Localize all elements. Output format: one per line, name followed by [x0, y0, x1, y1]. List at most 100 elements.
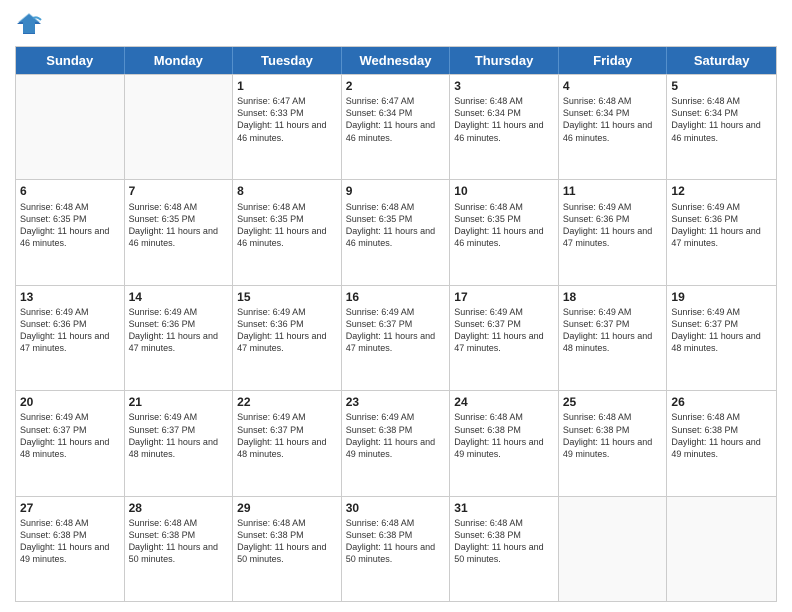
day-number: 28: [129, 500, 229, 516]
sunrise-text: Sunrise: 6:48 AM: [129, 202, 198, 212]
table-row: 25Sunrise: 6:48 AMSunset: 6:38 PMDayligh…: [559, 391, 668, 495]
sunset-text: Sunset: 6:35 PM: [237, 214, 304, 224]
sunset-text: Sunset: 6:38 PM: [454, 425, 521, 435]
sunrise-text: Sunrise: 6:49 AM: [129, 412, 198, 422]
sunset-text: Sunset: 6:36 PM: [671, 214, 738, 224]
sunrise-text: Sunrise: 6:47 AM: [346, 96, 415, 106]
table-row: 4Sunrise: 6:48 AMSunset: 6:34 PMDaylight…: [559, 75, 668, 179]
sunrise-text: Sunrise: 6:48 AM: [454, 518, 523, 528]
sunset-text: Sunset: 6:34 PM: [671, 108, 738, 118]
cell-detail: Sunrise: 6:49 AMSunset: 6:37 PMDaylight:…: [20, 411, 120, 460]
table-row: 20Sunrise: 6:49 AMSunset: 6:37 PMDayligh…: [16, 391, 125, 495]
daylight-text: Daylight: 11 hours and 47 minutes.: [563, 226, 652, 248]
daylight-text: Daylight: 11 hours and 46 minutes.: [454, 226, 543, 248]
cell-detail: Sunrise: 6:47 AMSunset: 6:33 PMDaylight:…: [237, 95, 337, 144]
day-number: 20: [20, 394, 120, 410]
sunset-text: Sunset: 6:38 PM: [346, 425, 413, 435]
sunrise-text: Sunrise: 6:48 AM: [671, 412, 740, 422]
header-day-tuesday: Tuesday: [233, 47, 342, 74]
table-row: 11Sunrise: 6:49 AMSunset: 6:36 PMDayligh…: [559, 180, 668, 284]
daylight-text: Daylight: 11 hours and 46 minutes.: [346, 120, 435, 142]
header-day-friday: Friday: [559, 47, 668, 74]
sunrise-text: Sunrise: 6:48 AM: [671, 96, 740, 106]
calendar-header: SundayMondayTuesdayWednesdayThursdayFrid…: [16, 47, 776, 74]
sunset-text: Sunset: 6:36 PM: [129, 319, 196, 329]
day-number: 3: [454, 78, 554, 94]
day-number: 25: [563, 394, 663, 410]
daylight-text: Daylight: 11 hours and 48 minutes.: [671, 331, 760, 353]
table-row: 10Sunrise: 6:48 AMSunset: 6:35 PMDayligh…: [450, 180, 559, 284]
table-row: 9 Sunrise: 6:48 AMSunset: 6:35 PMDaylight…: [342, 180, 451, 284]
week-row-3: 13Sunrise: 6:49 AMSunset: 6:36 PMDayligh…: [16, 285, 776, 390]
sunrise-text: Sunrise: 6:48 AM: [563, 96, 632, 106]
sunset-text: Sunset: 6:37 PM: [671, 319, 738, 329]
table-row: 14Sunrise: 6:49 AMSunset: 6:36 PMDayligh…: [125, 286, 234, 390]
header-day-saturday: Saturday: [667, 47, 776, 74]
sunrise-text: Sunrise: 6:49 AM: [671, 307, 740, 317]
sunrise-text: Sunrise: 6:48 AM: [20, 518, 89, 528]
sunset-text: Sunset: 6:34 PM: [454, 108, 521, 118]
table-row: 1Sunrise: 6:47 AMSunset: 6:33 PMDaylight…: [233, 75, 342, 179]
cell-detail: Sunrise: 6:48 AMSunset: 6:34 PMDaylight:…: [454, 95, 554, 144]
day-number: 14: [129, 289, 229, 305]
cell-detail: Sunrise: 6:49 AMSunset: 6:36 PMDaylight:…: [129, 306, 229, 355]
daylight-text: Daylight: 11 hours and 46 minutes.: [671, 120, 760, 142]
day-number: 1: [237, 78, 337, 94]
daylight-text: Daylight: 11 hours and 50 minutes.: [129, 542, 218, 564]
day-number: 9: [346, 183, 446, 199]
table-row: 13Sunrise: 6:49 AMSunset: 6:36 PMDayligh…: [16, 286, 125, 390]
logo: [15, 10, 45, 38]
cell-detail: Sunrise: 6:48 AMSunset: 6:38 PMDaylight:…: [237, 517, 337, 566]
sunset-text: Sunset: 6:38 PM: [671, 425, 738, 435]
logo-icon: [15, 10, 43, 38]
day-number: 22: [237, 394, 337, 410]
sunrise-text: Sunrise: 6:48 AM: [454, 412, 523, 422]
sunrise-text: Sunrise: 6:48 AM: [346, 518, 415, 528]
sunrise-text: Sunrise: 6:49 AM: [454, 307, 523, 317]
daylight-text: Daylight: 11 hours and 49 minutes.: [20, 542, 109, 564]
table-row: 31 Sunrise: 6:48 AM Sunset: 6:38 PM Dayligh…: [450, 497, 559, 601]
cell-detail: Sunrise: 6:48 AM Sunset: 6:34 PM Daylight:…: [671, 95, 772, 144]
table-row: 15Sunrise: 6:49 AMSunset: 6:36 PMDayligh…: [233, 286, 342, 390]
table-row: 27Sunrise: 6:48 AMSunset: 6:38 PMDayligh…: [16, 497, 125, 601]
sunset-text: Sunset: 6:38 PM: [346, 530, 413, 540]
sunset-text: Sunset: 6:35 PM: [20, 214, 87, 224]
daylight-text: Daylight: 11 hours and 50 minutes.: [454, 542, 543, 564]
cell-detail: Sunrise: 6:48 AMSunset: 6:35 PMDaylight:…: [346, 201, 446, 250]
table-row: 17Sunrise: 6:49 AMSunset: 6:37 PMDayligh…: [450, 286, 559, 390]
sunset-text: Sunset: 6:38 PM: [563, 425, 630, 435]
cell-detail: Sunrise: 6:49 AM Sunset: 6:37 PM Daylight:…: [671, 306, 772, 355]
sunset-text: Sunset: 6:36 PM: [563, 214, 630, 224]
cell-detail: Sunrise: 6:49 AMSunset: 6:37 PMDaylight:…: [237, 411, 337, 460]
cell-detail: Sunrise: 6:48 AMSunset: 6:35 PMDaylight:…: [237, 201, 337, 250]
daylight-text: Daylight: 11 hours and 50 minutes.: [237, 542, 326, 564]
day-number: 31: [454, 500, 554, 516]
daylight-text: Daylight: 11 hours and 46 minutes.: [129, 226, 218, 248]
sunset-text: Sunset: 6:38 PM: [454, 530, 521, 540]
sunset-text: Sunset: 6:33 PM: [237, 108, 304, 118]
daylight-text: Daylight: 11 hours and 49 minutes.: [563, 437, 652, 459]
sunset-text: Sunset: 6:34 PM: [563, 108, 630, 118]
day-number: 8: [237, 183, 337, 199]
cell-detail: Sunrise: 6:47 AMSunset: 6:34 PMDaylight:…: [346, 95, 446, 144]
calendar-body: 1Sunrise: 6:47 AMSunset: 6:33 PMDaylight…: [16, 74, 776, 601]
table-row: 12Sunrise: 6:49 AMSunset: 6:36 PMDayligh…: [667, 180, 776, 284]
cell-detail: Sunrise: 6:48 AMSunset: 6:35 PMDaylight:…: [20, 201, 120, 250]
table-row: [125, 75, 234, 179]
daylight-text: Daylight: 11 hours and 47 minutes.: [454, 331, 543, 353]
sunset-text: Sunset: 6:37 PM: [129, 425, 196, 435]
day-number: 10: [454, 183, 554, 199]
daylight-text: Daylight: 11 hours and 47 minutes.: [129, 331, 218, 353]
sunset-text: Sunset: 6:37 PM: [20, 425, 87, 435]
day-number: 29: [237, 500, 337, 516]
cell-detail: Sunrise: 6:49 AM Sunset: 6:36 PM Daylight:…: [563, 201, 663, 250]
cell-detail: Sunrise: 6:49 AMSunset: 6:37 PMDaylight:…: [129, 411, 229, 460]
sunrise-text: Sunrise: 6:49 AM: [563, 202, 632, 212]
table-row: 6 Sunrise: 6:48 AMSunset: 6:35 PMDaylight…: [16, 180, 125, 284]
sunrise-text: Sunrise: 6:48 AM: [129, 518, 198, 528]
sunrise-text: Sunrise: 6:49 AM: [671, 202, 740, 212]
table-row: 24Sunrise: 6:48 AMSunset: 6:38 PMDayligh…: [450, 391, 559, 495]
day-number: 6: [20, 183, 120, 199]
day-number: 12: [671, 183, 772, 199]
table-row: 18Sunrise: 6:49 AMSunset: 6:37 PMDayligh…: [559, 286, 668, 390]
